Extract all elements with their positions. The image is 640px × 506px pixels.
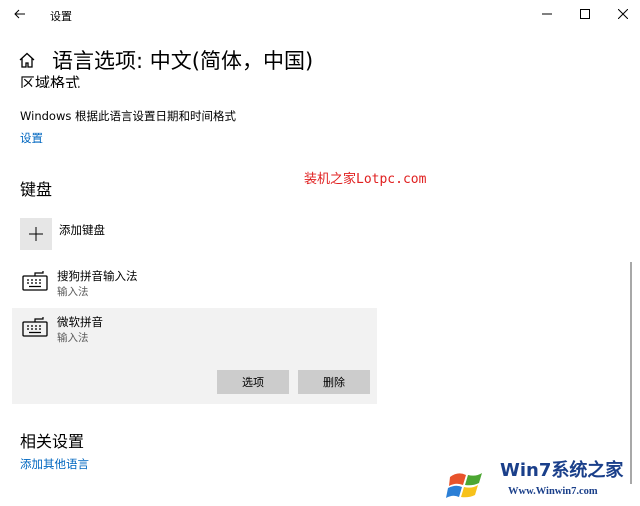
- region-format-heading: 区域格式: [20, 74, 81, 88]
- page-title: 语言选项: 中文(简体，中国): [52, 49, 314, 73]
- minimize-icon: [542, 13, 552, 15]
- back-button[interactable]: [8, 3, 32, 25]
- region-format-description: Windows 根据此语言设置日期和时间格式: [20, 109, 236, 123]
- home-icon[interactable]: [18, 50, 38, 70]
- keyboard-heading: 键盘: [20, 180, 53, 199]
- scrollbar[interactable]: [630, 262, 632, 484]
- keyboard-item-name: 微软拼音: [57, 315, 103, 329]
- keyboard-icon: [22, 271, 48, 291]
- close-icon: [618, 9, 628, 19]
- keyboard-item-type: 输入法: [57, 286, 89, 298]
- site-watermark: 装机之家Lotpc.com: [304, 172, 427, 187]
- title-bar: 设置: [0, 0, 640, 28]
- related-settings-heading: 相关设置: [20, 432, 85, 451]
- keyboard-item-name: 搜狗拼音输入法: [57, 269, 138, 283]
- logo-url: Www.Winwin7.com: [508, 486, 598, 497]
- options-button[interactable]: 选项: [217, 370, 289, 394]
- back-arrow-icon: [14, 9, 25, 19]
- add-other-language-link[interactable]: 添加其他语言: [20, 456, 89, 472]
- delete-button[interactable]: 删除: [298, 370, 370, 394]
- keyboard-item-microsoft-pinyin[interactable]: 微软拼音 输入法 选项 删除: [12, 308, 377, 404]
- add-keyboard-label: 添加键盘: [59, 223, 105, 237]
- add-keyboard-button[interactable]: 添加键盘: [20, 218, 105, 250]
- keyboard-item-sogou[interactable]: 搜狗拼音输入法 输入法: [12, 262, 377, 306]
- window-title: 设置: [50, 10, 72, 23]
- keyboard-item-type: 输入法: [57, 332, 89, 344]
- minimize-button[interactable]: [526, 0, 568, 28]
- plus-icon: [20, 218, 52, 250]
- close-button[interactable]: [602, 0, 640, 28]
- maximize-icon: [580, 9, 590, 19]
- maximize-button[interactable]: [564, 0, 606, 28]
- region-settings-link[interactable]: 设置: [20, 130, 43, 146]
- logo-text: Win7系统之家: [500, 460, 624, 481]
- keyboard-icon: [22, 317, 48, 337]
